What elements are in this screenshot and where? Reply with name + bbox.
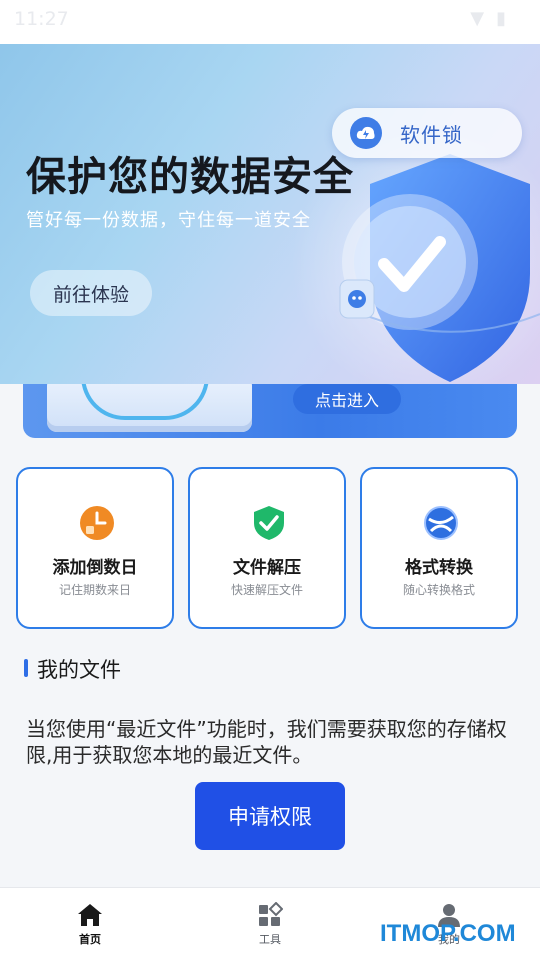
shield-check-illustration bbox=[340, 154, 540, 382]
tab-tools[interactable]: 工具 bbox=[240, 902, 300, 947]
tool-card-format-convert[interactable]: 格式转换 随心转换格式 bbox=[360, 467, 518, 629]
promo-enter-button[interactable]: 点击进入 bbox=[293, 384, 401, 414]
banner-title: 保护您的数据安全 bbox=[26, 154, 354, 200]
tab-home[interactable]: 首页 bbox=[60, 902, 120, 947]
tool-title: 文件解压 bbox=[233, 558, 301, 578]
watermark-text: ITMOP.COM bbox=[380, 920, 516, 947]
tools-grid-icon bbox=[259, 902, 283, 926]
tab-label: 工具 bbox=[259, 933, 281, 946]
convert-globe-icon bbox=[424, 506, 458, 540]
software-lock-pill[interactable]: 软件锁 bbox=[332, 108, 522, 158]
section-accent-bar bbox=[24, 659, 28, 677]
banner-cta-button[interactable]: 前往体验 bbox=[30, 270, 152, 316]
wifi-icon: ▼ bbox=[470, 8, 485, 29]
tool-title: 格式转换 bbox=[405, 558, 473, 578]
tool-title: 添加倒数日 bbox=[52, 558, 138, 578]
status-icons: ▼ ▮ bbox=[470, 8, 506, 29]
shield-check-icon bbox=[254, 506, 284, 540]
home-icon bbox=[78, 904, 102, 926]
promo-card[interactable]: 点击进入 bbox=[23, 384, 517, 438]
banner-subtitle: 管好每一份数据，守住每一道安全 bbox=[26, 210, 311, 231]
permission-description: 当您使用“最近文件”功能时，我们需要获取您的存储权限,用于获取您本地的最近文件。 bbox=[26, 717, 507, 767]
battery-icon: ▮ bbox=[496, 8, 506, 29]
status-bar: 11:27 ▼ ▮ bbox=[0, 0, 540, 44]
request-permission-button[interactable]: 申请权限 bbox=[195, 782, 345, 850]
countdown-clock-icon bbox=[80, 506, 114, 540]
tool-desc: 记住期数来日 bbox=[58, 583, 131, 597]
robot-illustration bbox=[339, 279, 375, 319]
cloud-lightning-icon bbox=[350, 117, 382, 149]
tool-card-countdown[interactable]: 添加倒数日 记住期数来日 bbox=[16, 467, 174, 629]
hero-banner[interactable]: 保护您的数据安全 管好每一份数据，守住每一道安全 前往体验 软件锁 bbox=[0, 44, 540, 384]
my-files-title: 我的文件 bbox=[37, 658, 121, 682]
tool-desc: 随心转换格式 bbox=[402, 583, 475, 597]
status-time: 11:27 bbox=[14, 8, 69, 30]
tool-desc: 快速解压文件 bbox=[230, 583, 303, 597]
tool-card-unzip[interactable]: 文件解压 快速解压文件 bbox=[188, 467, 346, 629]
tab-label: 首页 bbox=[79, 933, 101, 946]
software-lock-label: 软件锁 bbox=[400, 122, 463, 147]
